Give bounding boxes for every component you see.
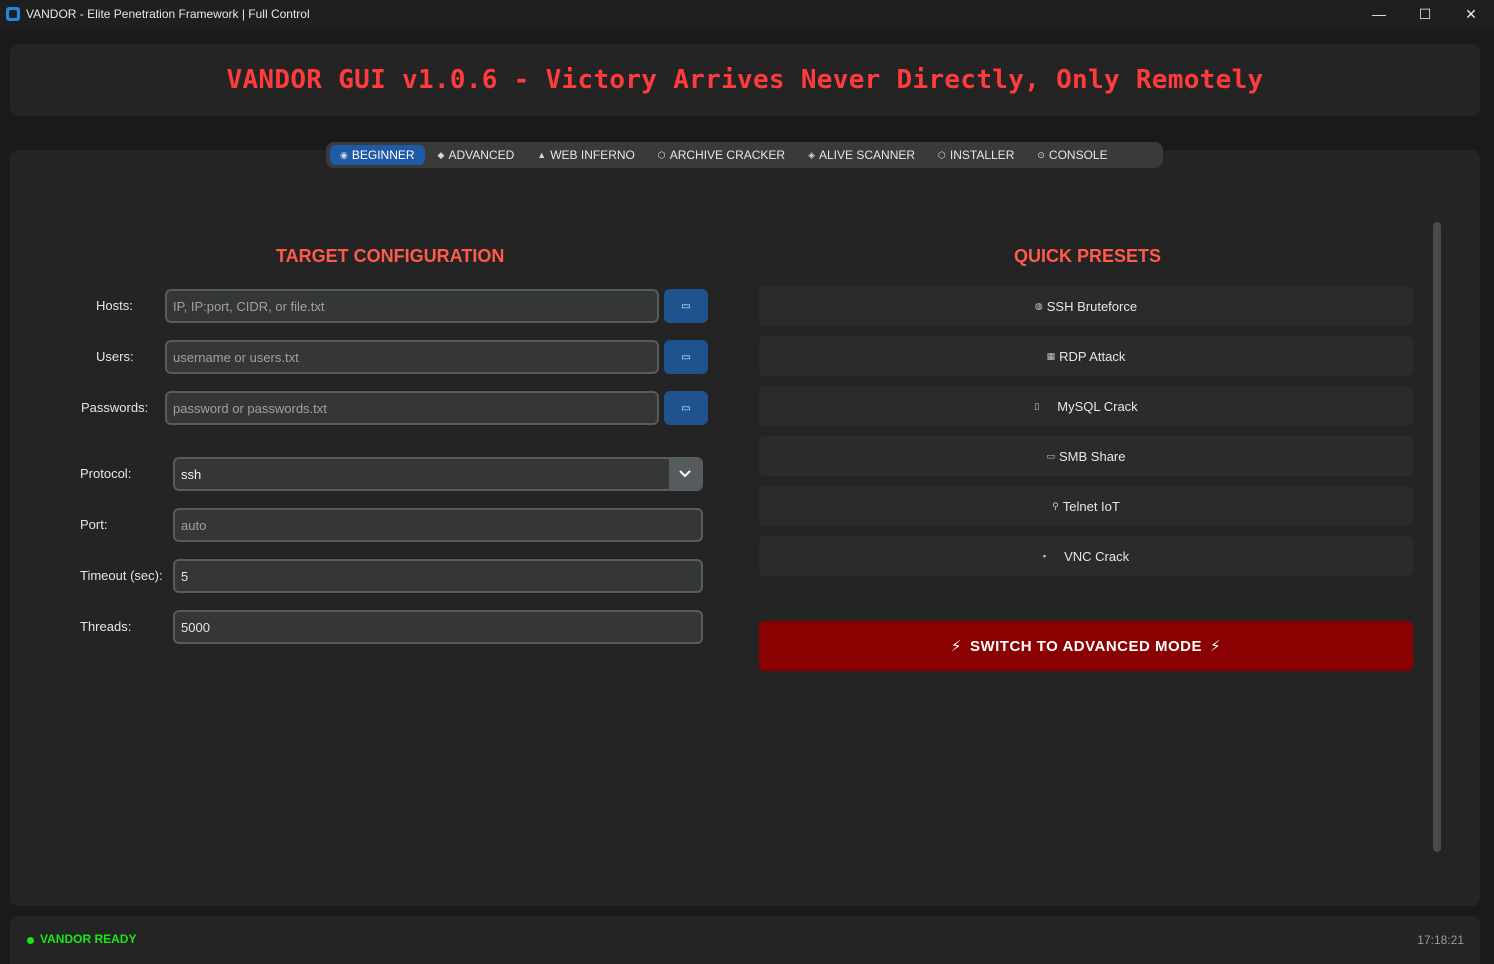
monitor-icon: ▦ <box>1046 350 1056 361</box>
maximize-button[interactable]: ☐ <box>1402 0 1448 28</box>
threads-label: Threads: <box>80 619 132 634</box>
alive-scanner-tab-icon: ◈ <box>808 149 815 160</box>
tab-console[interactable]: ⊙ CONSOLE <box>1027 145 1117 165</box>
tab-label: ADVANCED <box>448 148 515 162</box>
users-browse-button[interactable]: ▭ <box>664 340 708 374</box>
advanced-tab-icon: ◆ <box>437 149 445 160</box>
tab-bar: ◉ BEGINNER ◆ ADVANCED ▲ WEB INFERNO ⬡ AR… <box>326 142 1163 168</box>
passwords-label: Passwords: <box>81 400 149 415</box>
passwords-browse-button[interactable]: ▭ <box>664 391 708 425</box>
app-icon <box>6 7 20 21</box>
passwords-input[interactable] <box>165 391 659 425</box>
tab-label: WEB INFERNO <box>550 148 635 162</box>
minimize-button[interactable]: — <box>1356 0 1402 28</box>
timeout-label: Timeout (sec): <box>80 568 163 583</box>
preset-label: RDP Attack <box>1059 348 1126 364</box>
lightning-icon: ⚡ <box>950 638 962 655</box>
tab-label: BEGINNER <box>351 148 415 162</box>
tab-label: ALIVE SCANNER <box>819 148 916 162</box>
threads-input[interactable] <box>173 610 703 644</box>
tab-advanced[interactable]: ◆ ADVANCED <box>428 145 525 165</box>
folder-icon: ▭ <box>681 402 691 414</box>
close-button[interactable]: ✕ <box>1448 0 1494 28</box>
preset-rdp-attack-button[interactable]: ▦ RDP Attack <box>759 336 1413 376</box>
preset-label: SMB Share <box>1059 448 1126 464</box>
hosts-browse-button[interactable]: ▭ <box>664 289 708 323</box>
preset-mysql-crack-button[interactable]: ▯ MySQL Crack <box>759 386 1413 426</box>
beginner-tab-icon: ◉ <box>340 149 348 160</box>
folder-icon: ▭ <box>681 351 691 363</box>
tab-alive-scanner[interactable]: ◈ ALIVE SCANNER <box>798 145 925 165</box>
users-input[interactable] <box>165 340 659 374</box>
database-icon: ▯ <box>1034 400 1040 411</box>
pin-icon: ⚲ <box>1052 500 1059 511</box>
preset-ssh-bruteforce-button[interactable]: ◍ SSH Bruteforce <box>759 286 1413 326</box>
hosts-label: Hosts: <box>96 298 133 313</box>
tab-installer[interactable]: ⬡ INSTALLER <box>928 145 1024 165</box>
lightning-icon: ⚡ <box>1210 638 1222 655</box>
chevron-down-icon[interactable] <box>669 459 701 489</box>
tab-web-inferno[interactable]: ▲ WEB INFERNO <box>527 145 645 165</box>
tab-beginner[interactable]: ◉ BEGINNER <box>330 145 425 165</box>
preset-vnc-crack-button[interactable]: ▪ VNC Crack <box>759 536 1413 576</box>
status-text: VANDOR READY <box>40 932 137 946</box>
hosts-input[interactable] <box>165 289 659 323</box>
status-time: 17:18:21 <box>1417 933 1464 947</box>
protocol-select[interactable]: ssh <box>173 457 703 491</box>
status-indicator-icon <box>27 937 34 944</box>
installer-tab-icon: ⬡ <box>938 149 946 160</box>
window-title: VANDOR - Elite Penetration Framework | F… <box>26 7 310 21</box>
users-label: Users: <box>96 349 134 364</box>
advanced-button-label: SWITCH TO ADVANCED MODE <box>969 637 1203 655</box>
preset-smb-share-button[interactable]: ▭ SMB Share <box>759 436 1413 476</box>
preset-label: SSH Bruteforce <box>1046 298 1138 314</box>
protocol-value: ssh <box>181 467 202 482</box>
page-title: VANDOR GUI v1.0.6 - Victory Arrives Neve… <box>226 65 1264 95</box>
window-titlebar: VANDOR - Elite Penetration Framework | F… <box>0 0 1494 28</box>
timeout-input[interactable] <box>173 559 703 593</box>
window-controls: — ☐ ✕ <box>1356 0 1494 28</box>
tab-label: ARCHIVE CRACKER <box>669 148 786 162</box>
port-label: Port: <box>80 517 108 532</box>
preset-label: VNC Crack <box>1064 548 1130 564</box>
screen-icon: ▪ <box>1042 551 1047 561</box>
web-inferno-tab-icon: ▲ <box>537 150 547 160</box>
folder-icon: ▭ <box>681 300 691 312</box>
archive-cracker-tab-icon: ⬡ <box>657 149 666 160</box>
header-panel: VANDOR GUI v1.0.6 - Victory Arrives Neve… <box>10 44 1480 116</box>
globe-icon: ◍ <box>1034 300 1043 311</box>
folder-icon: ▭ <box>1046 450 1056 461</box>
status-bar: VANDOR READY 17:18:21 <box>10 916 1480 964</box>
protocol-label: Protocol: <box>80 466 132 481</box>
console-tab-icon: ⊙ <box>1037 149 1045 160</box>
tab-label: CONSOLE <box>1048 148 1108 162</box>
tab-label: INSTALLER <box>949 148 1015 162</box>
quick-presets-title: QUICK PRESETS <box>1014 246 1162 266</box>
tab-archive-cracker[interactable]: ⬡ ARCHIVE CRACKER <box>648 145 795 165</box>
preset-telnet-iot-button[interactable]: ⚲ Telnet IoT <box>759 486 1413 526</box>
target-configuration-title: TARGET CONFIGURATION <box>276 246 505 266</box>
vertical-scrollbar[interactable] <box>1433 222 1441 852</box>
port-input[interactable] <box>173 508 703 542</box>
preset-label: Telnet IoT <box>1062 498 1120 514</box>
preset-label: MySQL Crack <box>1057 398 1138 414</box>
switch-to-advanced-button[interactable]: ⚡ SWITCH TO ADVANCED MODE ⚡ <box>759 621 1413 671</box>
